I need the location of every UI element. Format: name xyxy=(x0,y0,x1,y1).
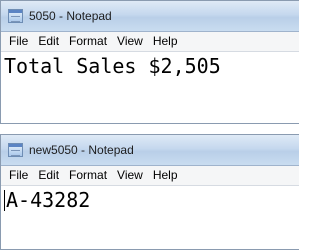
window-title: new5050 - Notepad xyxy=(29,143,134,157)
text-editor[interactable]: Total Sales $2,505 xyxy=(1,52,299,123)
menu-file[interactable]: File xyxy=(4,166,33,185)
menu-format[interactable]: Format xyxy=(64,166,112,185)
notepad-icon xyxy=(8,9,23,23)
editor-text: A-43282 xyxy=(6,188,91,212)
window-title: 5050 - Notepad xyxy=(29,9,112,23)
menu-help[interactable]: Help xyxy=(148,166,183,185)
menu-help[interactable]: Help xyxy=(148,32,183,51)
menu-bar: File Edit Format View Help xyxy=(1,166,299,186)
text-editor[interactable]: A-43282 xyxy=(1,186,299,249)
notepad-icon xyxy=(8,143,23,157)
menu-edit[interactable]: Edit xyxy=(33,32,64,51)
title-bar[interactable]: 5050 - Notepad xyxy=(1,1,299,32)
editor-text: Total Sales $2,505 xyxy=(4,54,221,78)
notepad-window-2: new5050 - Notepad File Edit Format View … xyxy=(0,134,299,250)
notepad-window-1: 5050 - Notepad File Edit Format View Hel… xyxy=(0,0,299,124)
title-bar[interactable]: new5050 - Notepad xyxy=(1,135,299,166)
text-caret xyxy=(4,190,5,211)
menu-view[interactable]: View xyxy=(112,32,148,51)
menu-view[interactable]: View xyxy=(112,166,148,185)
menu-edit[interactable]: Edit xyxy=(33,166,64,185)
menu-bar: File Edit Format View Help xyxy=(1,32,299,52)
menu-format[interactable]: Format xyxy=(64,32,112,51)
menu-file[interactable]: File xyxy=(4,32,33,51)
divider xyxy=(0,124,299,134)
